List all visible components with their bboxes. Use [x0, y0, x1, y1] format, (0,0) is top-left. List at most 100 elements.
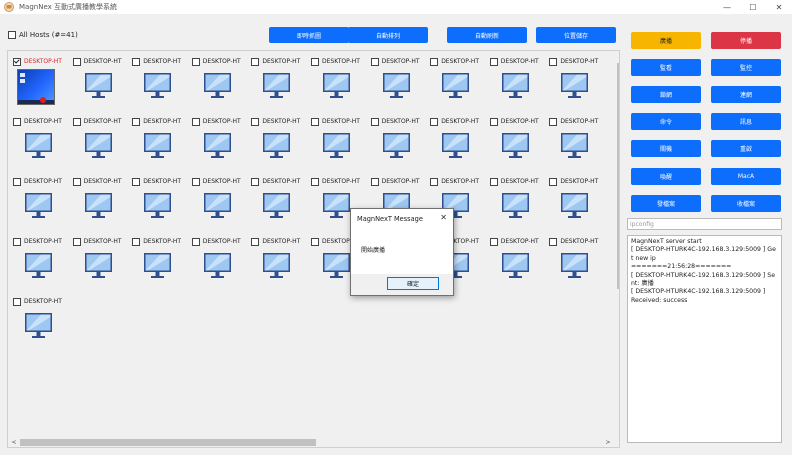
host-checkbox[interactable] — [489, 237, 498, 246]
broadcast-button[interactable]: 廣播 — [631, 32, 701, 49]
host-tile[interactable]: DESKTOP-HT — [13, 297, 73, 353]
host-checkbox[interactable] — [311, 57, 319, 66]
all-hosts-checkbox[interactable] — [8, 31, 16, 39]
monitor-icon[interactable] — [377, 71, 415, 104]
host-tile[interactable]: DESKTOP-HT — [430, 117, 490, 173]
send-file-button[interactable]: 發檔案 — [631, 194, 701, 212]
close-window-button[interactable]: ✕ — [766, 0, 792, 14]
monitor-icon[interactable] — [138, 71, 176, 104]
host-tile[interactable]: DESKTOP-HT — [191, 237, 252, 293]
host-checkbox[interactable] — [13, 237, 21, 246]
host-tile[interactable]: DESKTOP-HT — [549, 237, 609, 293]
monitor-icon[interactable] — [317, 71, 355, 104]
monitor-icon[interactable] — [436, 71, 474, 104]
host-tile[interactable]: DESKTOP-HT — [549, 57, 609, 113]
host-checkbox[interactable] — [191, 117, 200, 126]
monitor-icon[interactable] — [555, 131, 593, 164]
host-checkbox[interactable] — [191, 177, 200, 186]
host-tile[interactable]: DESKTOP-HT — [311, 117, 371, 173]
all-hosts-toggle[interactable]: All Hosts (#=41) — [8, 31, 78, 39]
monitor-icon[interactable] — [555, 191, 593, 224]
monitor-icon[interactable] — [198, 131, 236, 164]
monitor-icon[interactable] — [555, 251, 593, 284]
monitor-icon[interactable] — [19, 131, 57, 164]
monitor-icon[interactable] — [19, 311, 57, 344]
mac-address-button[interactable]: MacA — [711, 167, 781, 185]
host-checkbox[interactable] — [489, 57, 498, 66]
host-checkbox[interactable] — [13, 177, 21, 186]
host-checkbox[interactable] — [430, 117, 439, 126]
monitor-icon[interactable] — [79, 191, 117, 224]
host-checkbox[interactable] — [132, 117, 141, 126]
monitor-icon[interactable] — [138, 131, 176, 164]
host-checkbox[interactable] — [72, 57, 81, 66]
host-tile[interactable]: DESKTOP-HT — [191, 57, 252, 113]
host-checkbox[interactable] — [311, 237, 319, 246]
monitor-icon[interactable] — [19, 191, 57, 224]
host-checkbox[interactable] — [72, 117, 81, 126]
host-checkbox[interactable] — [549, 117, 558, 126]
lock-network-button[interactable]: 鎖網 — [631, 86, 701, 104]
host-checkbox[interactable] — [549, 237, 558, 246]
host-tile[interactable]: DESKTOP-HT — [370, 57, 431, 113]
host-checkbox[interactable] — [251, 237, 260, 246]
immediate-fetch-button[interactable]: 即時抓圖 — [269, 27, 349, 43]
monitor-icon[interactable] — [198, 191, 236, 224]
monitor-icon[interactable] — [257, 191, 295, 224]
host-tile[interactable]: DESKTOP-HT — [489, 57, 550, 113]
host-tile[interactable]: DESKTOP-HT — [251, 57, 311, 113]
host-checkbox[interactable] — [132, 177, 141, 186]
dialog-close-icon[interactable]: ✕ — [440, 213, 447, 222]
host-checkbox[interactable] — [72, 237, 81, 246]
monitor-icon[interactable] — [436, 131, 474, 164]
collect-file-button[interactable]: 收檔案 — [711, 194, 781, 212]
monitor-icon[interactable] — [257, 131, 295, 164]
host-checkbox[interactable] — [132, 57, 141, 66]
command-button[interactable]: 命令 — [631, 113, 701, 131]
message-button[interactable]: 訊息 — [711, 113, 781, 131]
host-tile[interactable]: DESKTOP-HT — [132, 237, 192, 293]
host-tile[interactable]: DESKTOP-HT — [132, 117, 192, 173]
host-tile[interactable]: DESKTOP-HT — [251, 117, 311, 173]
monitor-icon[interactable] — [496, 131, 534, 164]
host-tile[interactable]: DESKTOP-HT — [191, 117, 252, 173]
unlock-network-button[interactable]: 連網 — [711, 86, 781, 104]
host-checkbox[interactable] — [311, 177, 319, 186]
monitor-icon[interactable] — [198, 251, 236, 284]
host-checkbox[interactable] — [370, 57, 379, 66]
monitor-icon[interactable] — [79, 71, 117, 104]
monitor-icon[interactable] — [198, 71, 236, 104]
host-checkbox[interactable] — [489, 117, 498, 126]
host-tile[interactable]: DESKTOP-HT — [72, 177, 133, 233]
monitor-icon[interactable] — [79, 251, 117, 284]
host-tile[interactable]: DESKTOP-HT — [489, 117, 550, 173]
dialog-ok-button[interactable]: 確定 — [387, 277, 439, 290]
host-tile[interactable]: DESKTOP-HT — [489, 177, 550, 233]
host-checkbox[interactable] — [370, 177, 379, 186]
monitor-icon[interactable] — [257, 251, 295, 284]
host-checkbox[interactable] — [489, 177, 498, 186]
vertical-scrollbar[interactable]: ˄ ˅ — [615, 51, 619, 437]
host-tile[interactable]: DESKTOP-HT — [311, 57, 371, 113]
host-tile[interactable]: DESKTOP-HT — [13, 177, 73, 233]
vertical-scroll-thumb[interactable] — [617, 63, 619, 289]
monitor-icon[interactable] — [496, 251, 534, 284]
host-tile[interactable]: DESKTOP-HT — [251, 177, 311, 233]
host-tile[interactable]: DESKTOP-HT — [549, 117, 609, 173]
horizontal-scroll-thumb[interactable] — [20, 439, 316, 446]
host-checkbox[interactable] — [13, 297, 21, 306]
host-tile[interactable]: DESKTOP-HT — [72, 117, 133, 173]
host-checkbox[interactable] — [251, 117, 260, 126]
scroll-left-arrow-icon[interactable]: < — [9, 437, 19, 447]
host-checkbox[interactable] — [72, 177, 81, 186]
command-input[interactable] — [627, 218, 782, 230]
auto-arrange-button[interactable]: 自動排列 — [348, 27, 428, 43]
auto-refresh-button[interactable]: 自動刷新 — [447, 27, 527, 43]
host-checkbox[interactable] — [251, 57, 260, 66]
monitor-icon[interactable] — [257, 71, 295, 104]
control-button[interactable]: 監控 — [711, 59, 781, 77]
host-tile[interactable]: DESKTOP-HT — [132, 57, 192, 113]
host-tile[interactable]: DESKTOP-HT — [370, 117, 431, 173]
monitor-icon[interactable] — [496, 71, 534, 104]
host-screen-thumbnail[interactable] — [17, 69, 55, 105]
